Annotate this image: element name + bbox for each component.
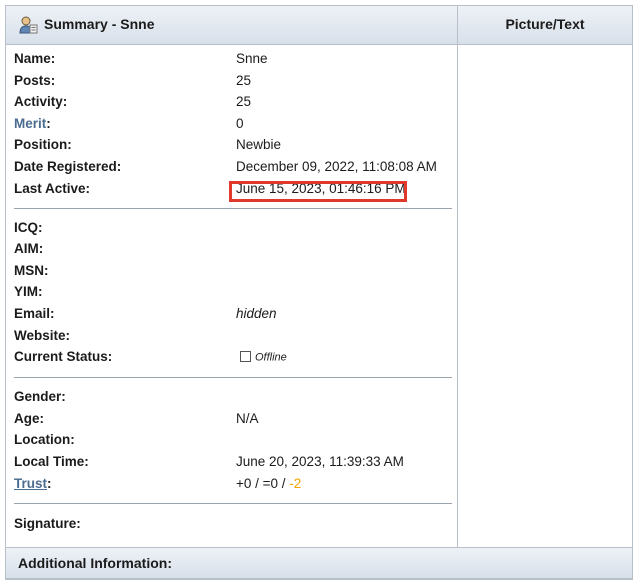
trust-negative: -2: [289, 476, 302, 491]
row-date-registered: Date Registered: December 09, 2022, 11:0…: [14, 157, 454, 177]
value-trust: +0 / =0 / -2: [236, 474, 301, 494]
label-trust: Trust:: [14, 474, 52, 494]
value-email: hidden: [236, 306, 277, 321]
trust-colon: :: [47, 476, 52, 491]
value-current-status: Offline: [240, 347, 287, 367]
label-position: Position:: [14, 137, 72, 152]
last-active-highlight: [229, 181, 407, 202]
label-msn: MSN:: [14, 263, 49, 278]
label-current-status: Current Status:: [14, 349, 113, 364]
status-text: Offline: [255, 351, 287, 364]
value-date-registered: December 09, 2022, 11:08:08 AM: [236, 159, 437, 174]
additional-information-title: Additional Information:: [18, 555, 172, 571]
column-divider: [457, 44, 458, 547]
row-website: Website:: [14, 326, 454, 346]
label-posts: Posts:: [14, 73, 56, 88]
row-activity: Activity: 25: [14, 92, 454, 112]
summary-title-cell: Summary - Snne: [6, 6, 458, 44]
section-divider-1: [14, 208, 452, 209]
row-email: Email: hidden: [14, 304, 454, 324]
label-location: Location:: [14, 432, 75, 447]
row-merit: Merit: 0: [14, 114, 454, 134]
additional-information-header: Additional Information:: [6, 547, 632, 579]
row-signature: Signature:: [14, 514, 454, 534]
row-current-status: Current Status: Offline: [14, 347, 454, 367]
merit-link[interactable]: Merit: [14, 116, 46, 131]
label-name: Name:: [14, 51, 56, 66]
trust-link[interactable]: Trust: [14, 476, 47, 491]
row-location: Location:: [14, 430, 454, 450]
user-profile-icon: [19, 16, 38, 34]
page-title: Summary - Snne: [44, 16, 155, 32]
label-email: Email:: [14, 306, 55, 321]
row-local-time: Local Time: June 20, 2023, 11:39:33 AM: [14, 452, 454, 472]
label-icq: ICQ:: [14, 220, 43, 235]
summary-header: Summary - Snne Picture/Text: [6, 6, 632, 45]
value-name: Snne: [236, 51, 268, 66]
merit-colon: :: [46, 116, 51, 131]
row-msn: MSN:: [14, 261, 454, 281]
section-divider-3: [14, 503, 452, 504]
label-local-time: Local Time:: [14, 454, 89, 469]
row-icq: ICQ:: [14, 218, 454, 238]
value-age: N/A: [236, 411, 259, 426]
value-merit: 0: [236, 116, 244, 131]
label-yim: YIM:: [14, 284, 43, 299]
row-gender: Gender:: [14, 387, 454, 407]
row-position: Position: Newbie: [14, 135, 454, 155]
row-posts: Posts: 25: [14, 71, 454, 91]
section-divider-2: [14, 377, 452, 378]
row-aim: AIM:: [14, 239, 454, 259]
value-posts: 25: [236, 73, 252, 88]
value-local-time: June 20, 2023, 11:39:33 AM: [236, 454, 404, 469]
label-activity: Activity:: [14, 94, 68, 109]
row-name: Name: Snne: [14, 49, 454, 69]
label-date-registered: Date Registered:: [14, 159, 122, 174]
value-position: Newbie: [236, 137, 282, 152]
offline-status-icon: [240, 350, 251, 362]
picture-text-header: Picture/Text: [458, 6, 632, 44]
value-activity: 25: [236, 94, 252, 109]
label-last-active: Last Active:: [14, 181, 91, 196]
profile-summary-panel: Summary - Snne Picture/Text Name: Snne P…: [5, 5, 633, 580]
picture-text-label: Picture/Text: [505, 16, 585, 32]
label-website: Website:: [14, 328, 71, 343]
row-age: Age: N/A: [14, 409, 454, 429]
label-merit: Merit:: [14, 114, 51, 134]
trust-scores: +0 / =0 /: [236, 476, 290, 491]
row-trust: Trust: +0 / =0 / -2: [14, 474, 454, 494]
label-gender: Gender:: [14, 389, 66, 404]
label-age: Age:: [14, 411, 44, 426]
label-aim: AIM:: [14, 241, 44, 256]
row-yim: YIM:: [14, 282, 454, 302]
label-signature: Signature:: [14, 516, 81, 531]
